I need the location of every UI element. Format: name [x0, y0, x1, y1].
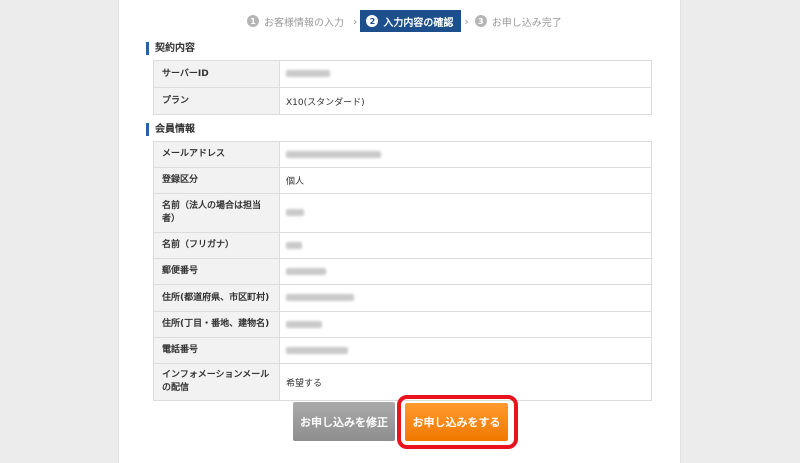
row-value: 個人 — [279, 167, 652, 194]
step-input: 1 お客様情報の入力 — [244, 10, 350, 32]
table-row: 電話番号 — [153, 337, 652, 364]
contract-table: サーバーID プラン X10(スタンダード) — [153, 60, 652, 115]
redacted-value — [286, 320, 322, 328]
row-value — [279, 311, 652, 338]
progress-steps: 1 お客様情報の入力 › 2 入力内容の確認 › 3 お申し込み完了 — [244, 10, 568, 32]
step-confirm: 2 入力内容の確認 — [360, 10, 462, 32]
table-row: サーバーID — [153, 60, 652, 88]
table-row: メールアドレス — [153, 141, 652, 168]
row-label: 電話番号 — [153, 337, 280, 364]
table-row: 登録区分 個人 — [153, 167, 652, 194]
row-value — [279, 258, 652, 285]
step-number: 2 — [366, 15, 379, 27]
table-row: 住所(丁目・番地、建物名) — [153, 311, 652, 338]
row-label: プラン — [153, 87, 280, 115]
step-number: 1 — [247, 15, 259, 27]
redacted-value — [286, 241, 302, 249]
row-label: 名前（法人の場合は担当者） — [153, 193, 280, 233]
table-row: 住所(都道府県、市区町村) — [153, 284, 652, 312]
table-row: 郵便番号 — [153, 258, 652, 285]
row-value: X10(スタンダード) — [279, 87, 652, 115]
contract-section-title: 契約内容 — [146, 42, 195, 55]
chevron-right-icon: › — [464, 14, 469, 28]
member-section-title: 会員情報 — [146, 123, 195, 136]
row-label: 郵便番号 — [153, 258, 280, 285]
redacted-value — [286, 150, 381, 158]
chevron-right-icon: › — [353, 14, 358, 28]
table-row: プラン X10(スタンダード) — [153, 87, 652, 115]
row-value — [279, 284, 652, 312]
step-label: お客様情報の入力 — [264, 17, 344, 29]
row-label: サーバーID — [153, 60, 280, 88]
redacted-value — [286, 70, 330, 77]
row-label: 住所(丁目・番地、建物名) — [153, 311, 280, 338]
step-label: お申し込み完了 — [491, 17, 562, 29]
redacted-value — [286, 267, 326, 275]
row-label: 名前（フリガナ） — [153, 232, 280, 259]
redacted-value — [286, 294, 354, 301]
step-number: 3 — [474, 15, 487, 27]
redacted-value — [286, 209, 304, 216]
row-label: メールアドレス — [153, 141, 280, 168]
table-row: 名前（フリガナ） — [153, 232, 652, 259]
row-label: 住所(都道府県、市区町村) — [153, 284, 280, 312]
modify-application-button[interactable]: お申し込みを修正 — [293, 402, 395, 441]
redacted-value — [286, 346, 348, 354]
row-label: インフォメーションメールの配信 — [153, 363, 280, 401]
row-value — [279, 193, 652, 233]
row-label: 登録区分 — [153, 167, 280, 194]
row-value — [279, 232, 652, 259]
row-value — [279, 141, 652, 168]
table-row: 名前（法人の場合は担当者） — [153, 193, 652, 233]
row-value — [279, 60, 652, 88]
step-label: 入力内容の確認 — [383, 17, 454, 29]
row-value — [279, 337, 652, 364]
member-table: メールアドレス 登録区分 個人 名前（法人の場合は担当者） 名前（フリガナ） 郵… — [153, 141, 652, 401]
step-complete: 3 お申し込み完了 — [472, 10, 568, 32]
submit-application-button[interactable]: お申し込みをする — [405, 403, 508, 441]
